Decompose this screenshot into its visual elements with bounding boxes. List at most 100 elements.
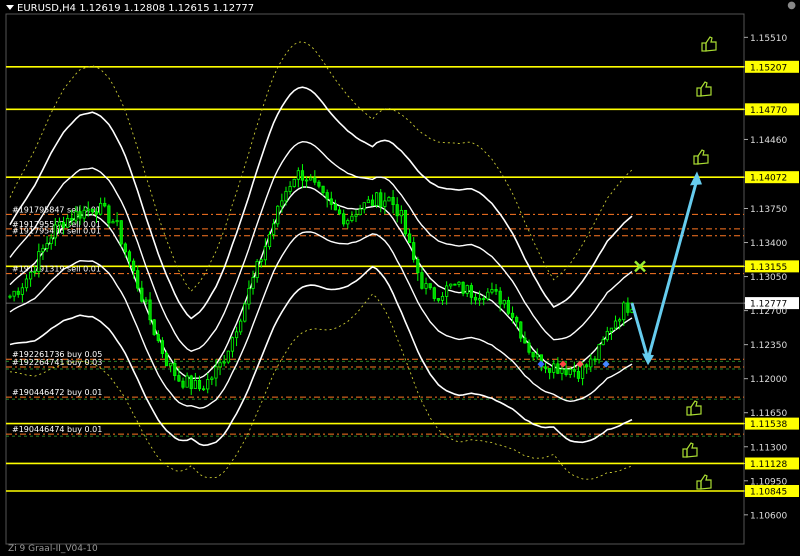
y-tick-label: 1.12700 [750,307,787,317]
band-lower [9,231,633,409]
candle-body [259,259,263,262]
candle-body [585,364,589,368]
candle-body [552,363,556,373]
bollinger-bands [9,41,633,480]
candle-body [136,270,140,289]
y-tick-label: 1.10845 [750,488,787,498]
thumbs-up-hand [700,81,712,97]
candle-body [309,177,313,181]
candle-body [61,221,66,228]
candle-body [601,339,605,346]
candle-body [572,369,576,372]
triangle-down-icon[interactable] [6,5,14,10]
candle-body [366,199,370,204]
candle-body [230,337,235,352]
candle-body [473,296,478,301]
candle-body [16,290,20,295]
forecast-arrowhead [690,171,702,186]
candle-body [370,199,375,206]
candle-body [144,299,148,302]
chart-header[interactable]: EURUSD,H4 1.12619 1.12808 1.12615 1.1277… [6,3,254,14]
candle-body [173,362,177,376]
candle-body [304,179,309,182]
candle-body [247,288,251,305]
thumbs-up-hand [705,36,717,52]
candle-body [321,185,325,193]
candle-body [131,260,136,272]
candle-body [560,368,564,374]
candle-body [280,200,284,207]
candle-body [20,287,24,295]
candle-body [210,377,214,380]
y-tick-label: 1.13050 [750,273,787,283]
plot-frame [5,13,745,545]
symbol-label: EURUSD,H4 [17,3,77,14]
grid-layer [5,13,745,545]
candle-body [74,211,78,221]
candle-body [272,223,276,235]
y-tick-label: 1.11538 [750,420,787,430]
close-icon[interactable]: ● [787,0,796,11]
candle-body [226,350,230,363]
candle-body [375,192,379,206]
candle-body [457,281,461,285]
candle-body [292,178,296,187]
candle-body [527,342,531,353]
candle-body [342,213,346,225]
candle-body [189,375,193,389]
candle-body [626,302,630,313]
candle-body [622,302,626,321]
candle-body [477,298,482,301]
candle-body [103,202,107,207]
candle-body [214,366,218,379]
candle-body [140,287,144,302]
thumbs-up-hand [686,442,698,458]
candle-body [436,298,440,301]
candle-body [12,290,16,297]
price-axis[interactable]: 1.15510 1.15207 1.14770 1.14460 1.14072 1.137… [744,34,799,521]
candle-body [41,248,45,252]
candle-body [222,361,226,364]
band-middle [9,186,633,380]
candle-body [160,340,165,354]
candle-body [424,283,428,289]
candle-body [428,283,432,289]
candle-body [57,221,62,226]
candle-body [164,353,169,367]
candle-body [420,272,424,289]
candle-body [239,320,243,333]
candle-body [461,281,465,294]
price-chart[interactable]: #191795847 sell 0.01#191795507 sell 0.01… [0,0,800,556]
y-tick-label: 1.11128 [750,460,787,470]
candle-body [593,358,597,361]
candle-body [412,242,416,260]
candle-body [346,220,350,225]
candle-body [94,211,99,215]
candle-body [107,205,111,224]
candle-body [597,344,601,360]
candle-body [523,337,527,344]
y-tick-label: 1.12350 [750,341,787,351]
candle-body [66,218,70,228]
candle-body [609,327,614,332]
y-tick-label: 1.10600 [750,511,787,521]
candle-body [399,209,403,217]
candle-body [325,192,329,200]
y-tick-label: 1.13155 [750,263,787,273]
candle-body [543,366,548,369]
candle-body [127,251,132,262]
candle-body [49,237,53,244]
candle-body [445,285,449,297]
candle-body [123,243,127,253]
candle-body [510,312,515,318]
candle-body [169,362,173,367]
candle-body [53,224,57,239]
candle-body [568,369,572,375]
candle-body [202,388,206,391]
candle-body [300,170,305,181]
candle-body [453,283,457,286]
candle-body [82,209,86,219]
band-upper-outer [9,86,633,320]
candle-body [251,277,255,289]
candle-body [24,278,29,289]
